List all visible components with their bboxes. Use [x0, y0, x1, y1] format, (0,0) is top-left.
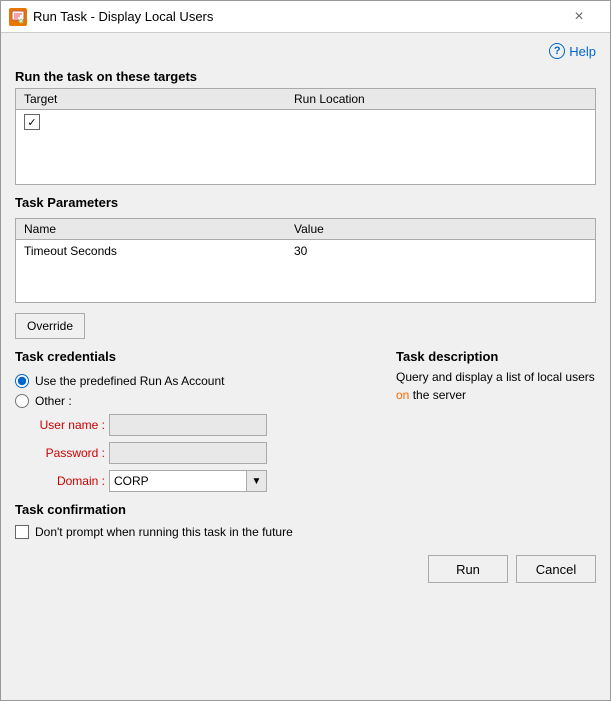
title-bar: Run Task - Display Local Users ×: [1, 1, 610, 33]
help-row: ? Help: [15, 43, 596, 59]
username-label: User name :: [35, 418, 105, 432]
radio-other-input[interactable]: [15, 394, 29, 408]
targets-title: Run the task on these targets: [15, 69, 596, 84]
targets-header: Target Run Location: [16, 89, 595, 110]
domain-select[interactable]: CORP ▼: [109, 470, 267, 492]
confirmation-label: Don't prompt when running this task in t…: [35, 525, 293, 539]
params-table-filler: [16, 262, 595, 302]
targets-col2-header: Run Location: [294, 92, 587, 106]
help-link[interactable]: ? Help: [549, 43, 596, 59]
domain-row: Domain : CORP ▼: [35, 470, 380, 492]
params-row-1: Timeout Seconds 30: [16, 240, 595, 262]
params-col1-header: Name: [24, 222, 294, 236]
description-title: Task description: [396, 349, 596, 364]
window-icon: [9, 8, 27, 26]
confirmation-row: Don't prompt when running this task in t…: [15, 525, 596, 539]
help-icon: ?: [549, 43, 565, 59]
credentials-title: Task credentials: [15, 349, 380, 364]
radio-other[interactable]: Other :: [15, 394, 380, 408]
password-label: Password :: [35, 446, 105, 460]
radio-other-label: Other :: [35, 394, 72, 408]
targets-section: Run the task on these targets Target Run…: [15, 69, 596, 185]
window-title: Run Task - Display Local Users: [33, 9, 556, 24]
confirmation-section: Task confirmation Don't prompt when runn…: [15, 502, 596, 539]
table-row: [16, 110, 595, 134]
password-row: Password :: [35, 442, 380, 464]
param-value: 30: [294, 244, 587, 258]
override-button[interactable]: Override: [15, 313, 85, 339]
radio-predefined-label: Use the predefined Run As Account: [35, 374, 224, 388]
override-row: Override: [15, 313, 596, 339]
bottom-area: Task credentials Use the predefined Run …: [15, 349, 596, 492]
targets-col1-header: Target: [24, 92, 294, 106]
cancel-button[interactable]: Cancel: [516, 555, 596, 583]
run-button[interactable]: Run: [428, 555, 508, 583]
domain-value: CORP: [110, 474, 246, 488]
targets-table: Target Run Location: [15, 88, 596, 185]
confirmation-checkbox[interactable]: [15, 525, 29, 539]
description-section: Task description Query and display a lis…: [396, 349, 596, 492]
params-section: Task Parameters Name Value Timeout Secon…: [15, 195, 596, 303]
main-window: Run Task - Display Local Users × ? Help …: [0, 0, 611, 701]
help-label: Help: [569, 44, 596, 59]
params-table: Name Value Timeout Seconds 30: [15, 218, 596, 303]
radio-predefined-input[interactable]: [15, 374, 29, 388]
params-col2-header: Value: [294, 222, 587, 236]
description-text: Query and display a list of local users …: [396, 370, 595, 402]
content-area: ? Help Run the task on these targets Tar…: [1, 33, 610, 700]
password-input[interactable]: [109, 442, 267, 464]
footer-buttons: Run Cancel: [15, 549, 596, 587]
credentials-section: Task credentials Use the predefined Run …: [15, 349, 380, 492]
username-input[interactable]: [109, 414, 267, 436]
target-checkbox[interactable]: [24, 114, 40, 130]
target-checkbox-cell: [24, 114, 294, 130]
radio-predefined[interactable]: Use the predefined Run As Account: [15, 374, 380, 388]
desc-highlight: on: [396, 388, 409, 402]
param-name: Timeout Seconds: [24, 244, 294, 258]
params-title: Task Parameters: [15, 195, 596, 210]
domain-dropdown-arrow[interactable]: ▼: [246, 471, 266, 491]
close-button[interactable]: ×: [556, 1, 602, 33]
username-row: User name :: [35, 414, 380, 436]
domain-label: Domain :: [35, 474, 105, 488]
params-header: Name Value: [16, 219, 595, 240]
targets-table-filler: [16, 134, 595, 184]
confirmation-title: Task confirmation: [15, 502, 596, 517]
